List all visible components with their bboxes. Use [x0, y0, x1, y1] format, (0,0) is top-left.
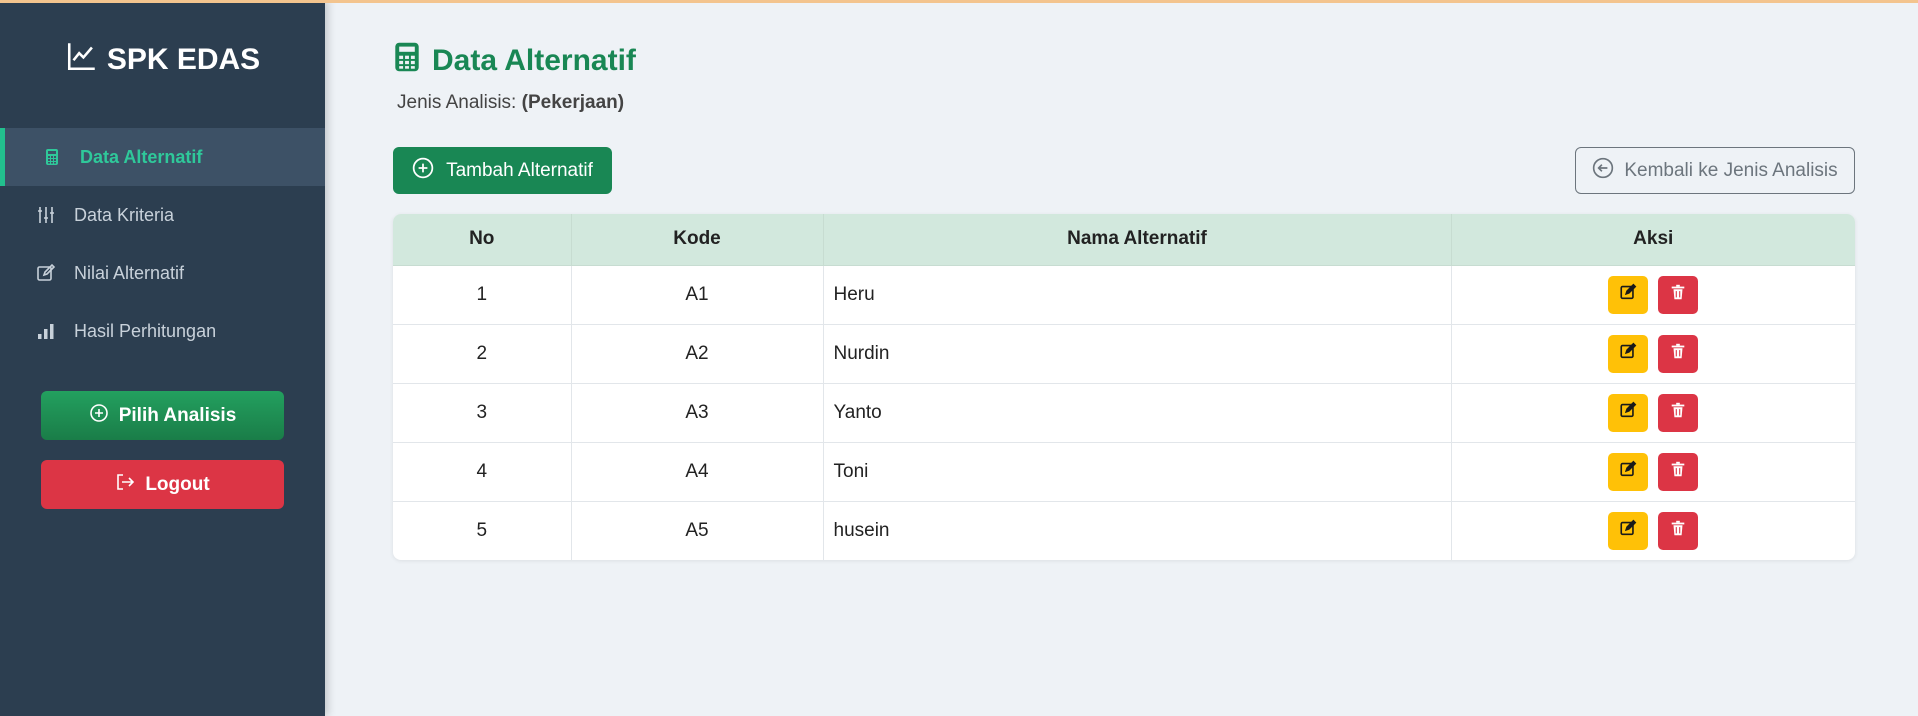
line-chart-icon [65, 39, 99, 81]
trash-icon [1669, 401, 1687, 425]
logout-button[interactable]: Logout [41, 460, 284, 509]
table-row: 3 A3 Yanto [393, 382, 1855, 442]
sidebar: SPK EDAS Data Alternatif Data Kriteria N… [0, 0, 325, 716]
cell-aksi [1451, 441, 1855, 501]
calculator-icon [42, 147, 62, 167]
calculator-icon [394, 41, 420, 81]
cell-kode: A1 [571, 264, 824, 324]
edit-button[interactable] [1608, 452, 1649, 491]
edit-icon [36, 263, 56, 283]
delete-button[interactable] [1658, 275, 1699, 314]
cell-no: 5 [393, 500, 572, 560]
table-header-row: No Kode Nama Alternatif Aksi [393, 214, 1855, 266]
sidebar-item-label: Data Kriteria [74, 204, 175, 225]
cell-no: 2 [393, 323, 572, 383]
edit-button[interactable] [1608, 393, 1649, 432]
pilih-analisis-label: Pilih Analisis [118, 404, 237, 426]
table-row: 5 A5 husein [393, 500, 1855, 560]
sidebar-item-label: Data Alternatif [80, 146, 203, 167]
sidebar-item-data-alternatif[interactable]: Data Alternatif [0, 128, 325, 186]
cell-kode: A3 [571, 382, 824, 442]
cell-kode: A2 [571, 323, 824, 383]
cell-nama: Yanto [823, 382, 1452, 442]
cell-kode: A5 [571, 500, 824, 560]
tambah-alternatif-label: Tambah Alternatif [446, 159, 593, 181]
edit-icon [1619, 283, 1637, 307]
pilih-analisis-button[interactable]: Pilih Analisis [41, 391, 284, 440]
brand[interactable]: SPK EDAS [0, 40, 325, 80]
table-row: 2 A2 Nurdin [393, 323, 1855, 383]
logout-icon [115, 472, 135, 498]
column-header-no: No [393, 214, 572, 266]
edit-button[interactable] [1608, 334, 1649, 373]
kembali-button[interactable]: Kembali ke Jenis Analisis [1575, 147, 1855, 194]
column-header-kode: Kode [571, 214, 824, 266]
cell-nama: Toni [823, 441, 1452, 501]
main-content: Data Alternatif Jenis Analisis: (Pekerja… [325, 0, 1918, 716]
edit-button[interactable] [1608, 275, 1649, 314]
analysis-subtitle: Jenis Analisis: (Pekerjaan) [397, 92, 624, 114]
plus-circle-icon [89, 403, 109, 429]
subtitle-label: Jenis Analisis: [397, 92, 517, 113]
cell-kode: A4 [571, 441, 824, 501]
trash-icon [1669, 460, 1687, 484]
edit-button[interactable] [1608, 511, 1649, 550]
cell-nama: Nurdin [823, 323, 1452, 383]
edit-icon [1619, 342, 1637, 366]
cell-no: 1 [393, 264, 572, 324]
edit-icon [1619, 401, 1637, 425]
bar-chart-icon [36, 321, 56, 341]
sidebar-nav: Data Alternatif Data Kriteria Nilai Alte… [0, 128, 325, 360]
top-accent-line [0, 0, 1918, 3]
cell-no: 3 [393, 382, 572, 442]
sidebar-item-nilai-alternatif[interactable]: Nilai Alternatif [0, 244, 325, 302]
trash-icon [1669, 342, 1687, 366]
edit-icon [1619, 519, 1637, 543]
sliders-icon [36, 205, 56, 225]
delete-button[interactable] [1658, 452, 1699, 491]
sidebar-item-data-kriteria[interactable]: Data Kriteria [0, 186, 325, 244]
plus-circle-icon [412, 157, 434, 185]
arrow-left-circle-icon [1592, 157, 1614, 185]
cell-aksi [1451, 500, 1855, 560]
trash-icon [1669, 283, 1687, 307]
cell-nama: husein [823, 500, 1452, 560]
column-header-nama: Nama Alternatif [823, 214, 1452, 266]
edit-icon [1619, 460, 1637, 484]
column-header-aksi: Aksi [1451, 214, 1855, 266]
page-title: Data Alternatif [394, 41, 636, 81]
cell-nama: Heru [823, 264, 1452, 324]
delete-button[interactable] [1658, 393, 1699, 432]
delete-button[interactable] [1658, 334, 1699, 373]
logout-label: Logout [145, 473, 210, 495]
alternatif-table: No Kode Nama Alternatif Aksi 1 A1 Heru 2… [393, 214, 1855, 560]
trash-icon [1669, 519, 1687, 543]
page-title-text: Data Alternatif [432, 44, 636, 77]
cell-aksi [1451, 382, 1855, 442]
brand-title: SPK EDAS [106, 43, 261, 76]
tambah-alternatif-button[interactable]: Tambah Alternatif [393, 147, 612, 194]
table-row: 4 A4 Toni [393, 441, 1855, 501]
table-row: 1 A1 Heru [393, 264, 1855, 324]
kembali-label: Kembali ke Jenis Analisis [1624, 159, 1838, 181]
cell-no: 4 [393, 441, 572, 501]
subtitle-value: (Pekerjaan) [521, 92, 625, 113]
cell-aksi [1451, 264, 1855, 324]
sidebar-item-label: Nilai Alternatif [74, 262, 185, 283]
delete-button[interactable] [1658, 511, 1699, 550]
cell-aksi [1451, 323, 1855, 383]
sidebar-item-label: Hasil Perhitungan [74, 320, 217, 341]
sidebar-item-hasil-perhitungan[interactable]: Hasil Perhitungan [0, 302, 325, 360]
